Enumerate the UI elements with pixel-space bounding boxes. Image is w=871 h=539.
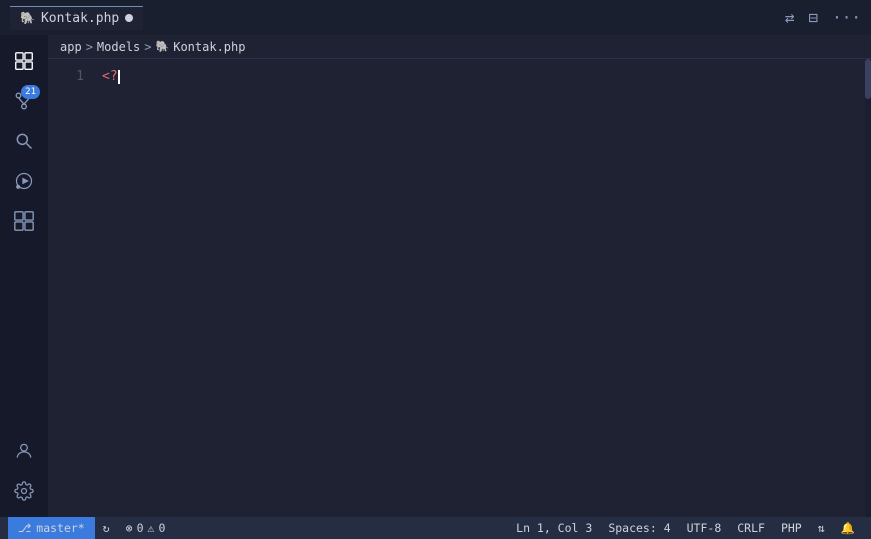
activity-extensions[interactable] bbox=[6, 203, 42, 239]
sync-changes[interactable]: ⇅ bbox=[810, 517, 833, 539]
breadcrumb-file[interactable]: Kontak.php bbox=[173, 40, 245, 54]
sync-changes-icon: ⇅ bbox=[818, 521, 825, 535]
activity-bar: 21 bbox=[0, 35, 48, 517]
text-cursor bbox=[118, 70, 120, 84]
title-bar: 🐘 Kontak.php ⇄ ⊟ ··· bbox=[0, 0, 871, 35]
editor-area: app > Models > 🐘 Kontak.php 1 <? bbox=[48, 35, 871, 517]
breadcrumb-php-icon: 🐘 bbox=[156, 40, 170, 53]
eol-text: CRLF bbox=[737, 521, 765, 535]
account-icon bbox=[14, 441, 34, 461]
minimap bbox=[865, 59, 871, 517]
code-line-1: <? bbox=[102, 67, 865, 87]
line-numbers: 1 bbox=[48, 59, 98, 517]
breadcrumb-app[interactable]: app bbox=[60, 40, 82, 54]
tab-kontak[interactable]: 🐘 Kontak.php bbox=[10, 6, 143, 30]
minimap-thumb bbox=[865, 59, 871, 99]
line-number-1: 1 bbox=[48, 67, 84, 87]
breadcrumb-models[interactable]: Models bbox=[97, 40, 140, 54]
source-control-badge: 21 bbox=[21, 85, 40, 99]
activity-search[interactable] bbox=[6, 123, 42, 159]
git-branch[interactable]: ⎇ master* bbox=[8, 517, 95, 539]
breadcrumb: app > Models > 🐘 Kontak.php bbox=[48, 35, 871, 59]
encoding-status[interactable]: UTF-8 bbox=[679, 517, 730, 539]
tab-php-icon: 🐘 bbox=[20, 11, 35, 25]
breadcrumb-sep2: > bbox=[144, 40, 151, 54]
warning-count: 0 bbox=[158, 521, 165, 535]
status-bar-left: ⎇ master* ↻ ⊗ 0 ⚠ 0 bbox=[8, 517, 173, 539]
status-bar: ⎇ master* ↻ ⊗ 0 ⚠ 0 Ln 1, Col 3 Spaces: … bbox=[0, 517, 871, 539]
error-count: 0 bbox=[137, 521, 144, 535]
tab-modified-indicator bbox=[125, 14, 133, 22]
spaces-status[interactable]: Spaces: 4 bbox=[600, 517, 678, 539]
title-bar-actions: ⇄ ⊟ ··· bbox=[785, 8, 861, 27]
source-control-icon[interactable]: ⇄ bbox=[785, 8, 795, 27]
explorer-icon bbox=[13, 50, 35, 72]
errors-status[interactable]: ⊗ 0 ⚠ 0 bbox=[118, 517, 174, 539]
branch-name: master* bbox=[36, 521, 84, 535]
activity-run[interactable] bbox=[6, 163, 42, 199]
branch-icon: ⎇ bbox=[18, 521, 31, 535]
tabs-container: 🐘 Kontak.php bbox=[10, 6, 143, 30]
eol-status[interactable]: CRLF bbox=[729, 517, 773, 539]
encoding-text: UTF-8 bbox=[687, 521, 722, 535]
sync-icon: ↻ bbox=[103, 521, 110, 535]
activity-settings[interactable] bbox=[6, 473, 42, 509]
code-content[interactable]: <? bbox=[98, 59, 865, 517]
activity-account[interactable] bbox=[6, 433, 42, 469]
split-editor-icon[interactable]: ⊟ bbox=[808, 8, 818, 27]
activity-explorer[interactable] bbox=[6, 43, 42, 79]
php-open-tag: <? bbox=[102, 67, 118, 87]
bell-icon: 🔔 bbox=[841, 521, 855, 535]
error-icon: ⊗ bbox=[126, 521, 133, 535]
warning-icon: ⚠ bbox=[148, 521, 155, 535]
breadcrumb-sep1: > bbox=[86, 40, 93, 54]
ln-col-text: Ln 1, Col 3 bbox=[516, 521, 592, 535]
code-editor[interactable]: 1 <? bbox=[48, 59, 871, 517]
language-text: PHP bbox=[781, 521, 802, 535]
spaces-text: Spaces: 4 bbox=[608, 521, 670, 535]
search-icon bbox=[14, 131, 34, 151]
tab-name: Kontak.php bbox=[41, 11, 119, 26]
settings-icon bbox=[14, 481, 34, 501]
ln-col-status[interactable]: Ln 1, Col 3 bbox=[508, 517, 600, 539]
extensions-icon bbox=[13, 210, 35, 232]
status-bar-right: Ln 1, Col 3 Spaces: 4 UTF-8 CRLF PHP ⇅ 🔔 bbox=[508, 517, 863, 539]
remote-status[interactable]: ↻ bbox=[95, 517, 118, 539]
activity-bar-bottom bbox=[6, 433, 42, 517]
language-status[interactable]: PHP bbox=[773, 517, 810, 539]
activity-source-control[interactable]: 21 bbox=[6, 83, 42, 119]
notifications[interactable]: 🔔 bbox=[833, 517, 863, 539]
more-actions-icon[interactable]: ··· bbox=[832, 8, 861, 27]
run-icon bbox=[14, 171, 34, 191]
main-layout: 21 bbox=[0, 35, 871, 517]
